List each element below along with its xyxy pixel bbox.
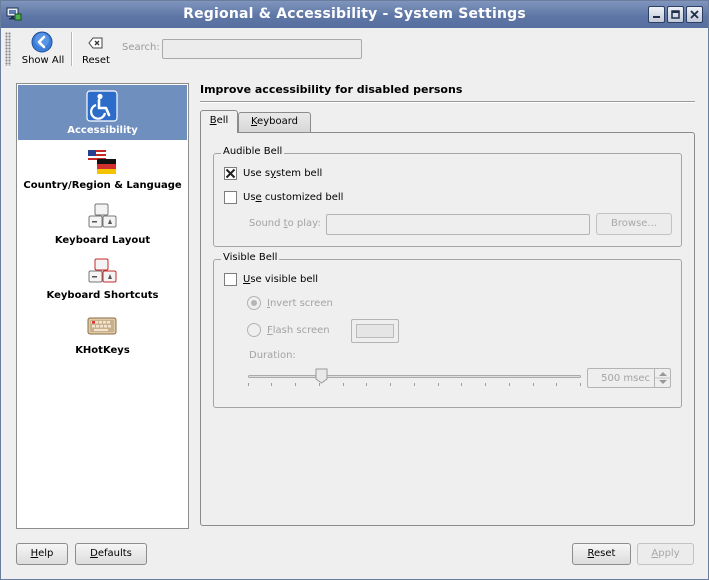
- keyboard-layout-icon: [88, 203, 117, 228]
- help-button[interactable]: Help: [16, 543, 68, 565]
- defaults-label: Defaults: [90, 548, 132, 559]
- show-all-label: Show All: [21, 55, 65, 66]
- maximize-button[interactable]: [667, 6, 684, 23]
- audible-bell-title: Audible Bell: [221, 146, 285, 157]
- minimize-button[interactable]: [648, 6, 665, 23]
- page-heading: Improve accessibility for disabled perso…: [200, 83, 463, 96]
- duration-value: 500 msec: [601, 373, 650, 384]
- browse-button[interactable]: Browse...: [596, 213, 672, 235]
- duration-slider-handle[interactable]: [315, 368, 328, 384]
- bell-tab-pane: Audible Bell Use system bell Use customi…: [200, 132, 695, 526]
- invert-screen-label: Invert screen: [267, 298, 333, 309]
- duration-slider-ticks: [248, 383, 581, 387]
- checkmark-icon: [225, 168, 236, 179]
- show-all-button[interactable]: Show All: [18, 29, 68, 69]
- flags-icon: [88, 150, 116, 174]
- apply-label: Apply: [651, 548, 680, 559]
- apply-button[interactable]: Apply: [637, 543, 694, 565]
- toolbar-reset-button[interactable]: Reset: [79, 29, 113, 69]
- module-item-keyboard-layout[interactable]: Keyboard Layout: [18, 195, 187, 250]
- toolbar-grip[interactable]: [5, 32, 11, 66]
- duration-label: Duration:: [249, 350, 296, 361]
- heading-divider: [200, 101, 695, 103]
- search-label: Search:: [122, 42, 160, 53]
- settings-window: Regional & Accessibility - System Settin…: [0, 0, 709, 580]
- khotkeys-icon: [87, 317, 117, 335]
- module-list: Accessibility Country/Region & Language: [16, 83, 189, 529]
- duration-slider-track[interactable]: [248, 375, 581, 378]
- flash-color-swatch: [356, 324, 394, 338]
- invert-screen-radio[interactable]: [247, 296, 261, 310]
- tab-label: Bell: [209, 115, 229, 126]
- toolbar-separator: [71, 32, 73, 66]
- tab-label: Keyboard: [250, 116, 298, 127]
- module-label: Accessibility: [67, 125, 138, 136]
- sound-to-play-input[interactable]: [326, 214, 590, 235]
- minimize-icon: [653, 16, 660, 18]
- flash-screen-label: Flash screen: [267, 325, 330, 336]
- spin-arrows-icon: [655, 372, 671, 384]
- help-label: Help: [30, 548, 54, 559]
- duration-spinbox[interactable]: 500 msec: [587, 368, 671, 388]
- module-item-khotkeys[interactable]: KHotKeys: [18, 305, 187, 360]
- module-item-country-region-language[interactable]: Country/Region & Language: [18, 140, 187, 195]
- window-title: Regional & Accessibility - System Settin…: [183, 6, 526, 22]
- reset-label: Reset: [587, 548, 616, 559]
- module-item-accessibility[interactable]: Accessibility: [18, 85, 187, 140]
- close-icon: [690, 10, 699, 19]
- spinbox-arrows[interactable]: [654, 369, 671, 387]
- module-label: Keyboard Shortcuts: [46, 290, 159, 301]
- use-visible-bell-checkbox[interactable]: [224, 273, 237, 286]
- accessibility-icon: [86, 90, 118, 122]
- module-label: KHotKeys: [75, 345, 130, 356]
- use-system-bell-checkbox[interactable]: [224, 167, 237, 180]
- keyboard-shortcuts-icon: [88, 258, 117, 283]
- back-arrow-icon: [31, 31, 53, 53]
- flash-screen-radio[interactable]: [247, 323, 261, 337]
- visible-bell-title: Visible Bell: [221, 252, 280, 263]
- module-label: Country/Region & Language: [23, 180, 182, 191]
- module-item-keyboard-shortcuts[interactable]: Keyboard Shortcuts: [18, 250, 187, 305]
- close-button[interactable]: [686, 6, 703, 23]
- sound-to-play-label: Sound to play:: [249, 218, 321, 229]
- tab-keyboard[interactable]: Keyboard: [238, 112, 311, 132]
- maximize-icon: [671, 10, 680, 19]
- use-customized-bell-label: Use customized bell: [243, 192, 344, 203]
- toolbar: Show All Reset Search:: [1, 28, 708, 70]
- use-customized-bell-checkbox[interactable]: [224, 191, 237, 204]
- reset-icon: [88, 37, 103, 49]
- defaults-button[interactable]: Defaults: [75, 543, 147, 565]
- use-visible-bell-label: Use visible bell: [243, 274, 319, 285]
- module-label: Keyboard Layout: [54, 235, 151, 246]
- title-bar[interactable]: Regional & Accessibility - System Settin…: [1, 1, 708, 28]
- tab-bell[interactable]: Bell: [200, 110, 238, 133]
- search-input[interactable]: [162, 39, 362, 59]
- reset-button[interactable]: Reset: [572, 543, 631, 565]
- flash-color-button[interactable]: [351, 319, 399, 343]
- toolbar-reset-label: Reset: [82, 55, 110, 66]
- use-system-bell-label: Use system bell: [243, 168, 323, 179]
